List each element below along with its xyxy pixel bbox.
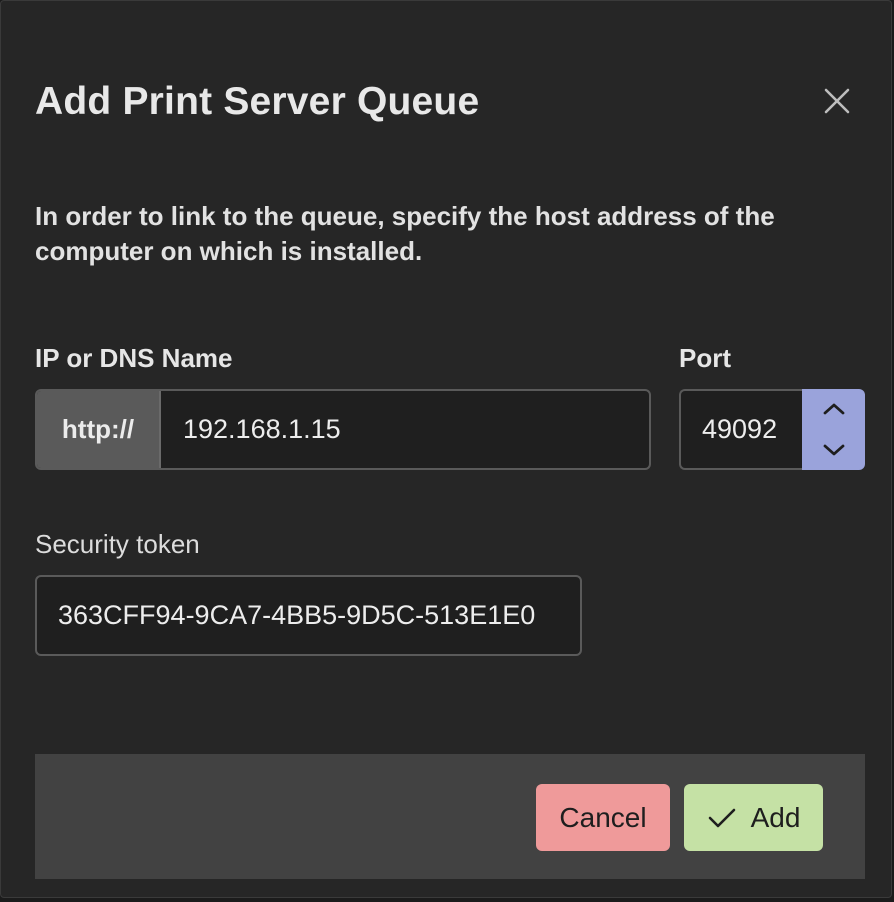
add-print-server-queue-dialog: Add Print Server Queue In order to link … — [0, 0, 892, 898]
security-token-input[interactable] — [37, 577, 580, 654]
port-increment-button[interactable] — [802, 389, 865, 429]
chevron-down-icon — [823, 444, 844, 456]
ip-dns-input-group: http:// — [35, 389, 651, 470]
close-button[interactable] — [819, 83, 855, 119]
protocol-prefix: http:// — [37, 391, 161, 468]
port-input[interactable] — [681, 391, 802, 468]
security-token-field — [35, 575, 582, 656]
port-field — [679, 389, 802, 470]
check-icon — [707, 806, 737, 830]
ip-dns-input[interactable] — [161, 391, 649, 468]
chevron-up-icon — [823, 403, 844, 415]
ip-dns-label: IP or DNS Name — [35, 343, 233, 373]
security-token-label: Security token — [35, 529, 200, 559]
port-decrement-button[interactable] — [802, 430, 865, 470]
add-button[interactable]: Add — [684, 784, 823, 851]
dialog-footer: Cancel Add — [35, 754, 865, 879]
port-stepper — [802, 389, 865, 470]
port-label: Port — [679, 343, 731, 373]
dialog-description: In order to link to the queue, specify t… — [35, 201, 775, 266]
dialog-title: Add Print Server Queue — [35, 80, 480, 123]
cancel-button[interactable]: Cancel — [536, 784, 670, 851]
cancel-button-label: Cancel — [559, 801, 647, 833]
add-button-label: Add — [750, 801, 801, 833]
close-icon — [824, 88, 850, 114]
